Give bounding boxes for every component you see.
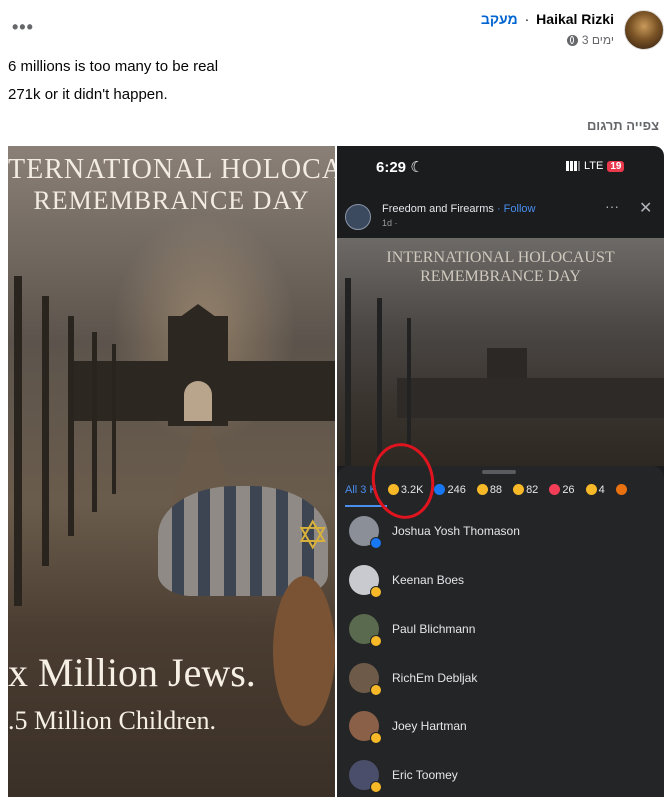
yellow-star: ✡ — [296, 514, 330, 558]
sad-reaction-icon — [476, 484, 488, 495]
page-name-line: Freedom and Firearms · Follow — [382, 203, 535, 215]
fence-post — [92, 332, 97, 512]
sheet-drag-handle — [482, 470, 516, 474]
left-image-big-line-1: x Million Jews. — [8, 650, 256, 695]
fence-post — [42, 296, 49, 566]
fence-post — [68, 316, 74, 536]
embedded-gate-wings — [397, 378, 664, 418]
tab-like: 246 — [434, 484, 466, 496]
teddy-bear — [273, 576, 335, 726]
page-close-icon: ✕ — [639, 200, 653, 217]
gate-arch — [184, 381, 212, 421]
gate-roof — [176, 304, 220, 320]
laugh-badge-icon — [370, 586, 382, 598]
like-reaction-icon — [434, 484, 446, 495]
author-name[interactable]: Haikal Rizki — [536, 11, 614, 27]
like-badge-icon — [370, 537, 382, 549]
reactor-name: RichEm Debljak — [392, 671, 478, 685]
embedded-fence-post — [377, 298, 382, 458]
author-avatar[interactable] — [624, 10, 664, 50]
globe-icon — [566, 34, 578, 46]
tab-angry — [615, 484, 629, 496]
post-author-line: מעקב · Haikal Rizki — [481, 11, 614, 27]
fence-post — [14, 276, 22, 606]
status-bar-time: 6:29 ☾ — [376, 159, 424, 176]
battery-badge: 19 — [607, 160, 625, 172]
page-more-icon: ··· — [605, 198, 619, 214]
reactor-name: Eric Toomey — [392, 768, 458, 782]
page-name: Freedom and Firearms — [382, 203, 494, 215]
post-time[interactable]: 3 ימים — [582, 33, 614, 47]
embedded-fence-post — [345, 278, 351, 468]
laugh-badge-icon — [370, 732, 382, 744]
tab-care: 82 — [513, 484, 538, 496]
embedded-title-line-1: INTERNATIONAL HOLOCAUST — [386, 249, 615, 266]
left-image-title-line-2: REMEMBRANCE DAY — [33, 186, 310, 215]
more-options-button[interactable]: ••• — [12, 18, 34, 36]
reactions-sheet — [337, 466, 664, 797]
page-logo-icon — [345, 204, 371, 230]
page-follow-link: · Follow — [496, 203, 536, 215]
reactor-name: Joey Hartman — [392, 719, 467, 733]
post-text-line-1: 6 millions is too many to be real — [8, 58, 219, 75]
status-bar-right: LTE 19 — [566, 160, 625, 172]
separator-dot: · — [524, 11, 530, 27]
memorial-image-left[interactable]: TERNATIONAL HOLOCAUS REMEMBRANCE DAY ✡ x… — [8, 146, 335, 797]
network-label: LTE — [584, 160, 604, 172]
fence-post — [112, 344, 116, 494]
see-translation-link[interactable]: צפייה תרגום — [587, 118, 659, 133]
follow-button[interactable]: מעקב — [481, 11, 518, 27]
laugh-badge-icon — [370, 781, 382, 793]
wow-reaction-icon — [585, 484, 597, 495]
embedded-fence-post — [407, 318, 411, 448]
reactor-name: Joshua Yosh Thomason — [392, 524, 520, 538]
left-image-big-line-2: .5 Million Children. — [8, 706, 216, 735]
angry-reaction-icon — [615, 484, 627, 495]
page-post-time: 1d · — [382, 218, 398, 228]
tab-sad: 88 — [476, 484, 502, 496]
embedded-title-line-2: REMEMBRANCE DAY — [420, 268, 581, 285]
moon-icon: ☾ — [410, 159, 424, 176]
laugh-badge-icon — [370, 684, 382, 696]
laugh-badge-icon — [370, 635, 382, 647]
heart-reaction-icon — [549, 484, 561, 495]
tab-wow: 4 — [585, 484, 605, 496]
reactor-name: Paul Blichmann — [392, 622, 476, 636]
post-meta: 3 ימים — [566, 33, 614, 47]
care-reaction-icon — [513, 484, 525, 495]
signal-icon — [566, 161, 580, 171]
reactor-name: Keenan Boes — [392, 573, 465, 587]
tab-heart: 26 — [549, 484, 575, 496]
left-image-title-line-1: TERNATIONAL HOLOCAUS — [8, 154, 335, 185]
post-text-line-2: 271k or it didn't happen. — [8, 86, 168, 103]
